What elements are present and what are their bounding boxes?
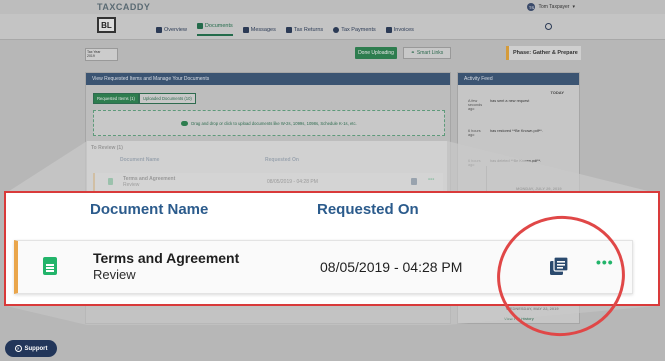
zoomed-callout: Document Name Requested On Terms and Agr… xyxy=(4,191,660,306)
nav-documents[interactable]: Documents xyxy=(196,23,233,36)
user-name: Tom Taxpayer xyxy=(538,4,570,10)
nav-tax-payments[interactable]: Tax Payments xyxy=(333,23,376,36)
document-icon xyxy=(43,257,57,275)
cloud-upload-icon xyxy=(181,120,189,126)
activity-time: 6 hours ago xyxy=(468,159,481,167)
nav-tax-returns[interactable]: Tax Returns xyxy=(285,23,324,36)
document-subtitle: Review xyxy=(123,182,140,188)
document-name: Terms and Agreement xyxy=(93,250,240,266)
to-review-section: To Review (1) Document Name Requested On… xyxy=(87,141,447,191)
table-row[interactable]: Terms and Agreement Review 08/05/2019 - … xyxy=(93,173,443,191)
nav-invoices[interactable]: Invoices xyxy=(385,23,414,36)
activity-text: has restored **Be Known.pdf**. xyxy=(490,129,543,133)
more-icon[interactable]: ••• xyxy=(428,177,434,183)
nav-label: Tax Payments xyxy=(341,26,376,33)
tax-year-value: 2019 xyxy=(87,54,95,58)
copy-icon[interactable] xyxy=(411,178,417,185)
column-header-document-name[interactable]: Document Name xyxy=(90,201,208,218)
activity-time: A few seconds ago xyxy=(468,99,483,111)
firm-badge: BL xyxy=(97,17,116,33)
column-header-requested-on[interactable]: Requested On xyxy=(265,157,299,163)
app-logo[interactable]: TAXCADDY xyxy=(97,2,150,12)
document-tabs: Requested Items (1) Uploaded Documents (… xyxy=(93,93,196,104)
document-icon xyxy=(108,178,113,185)
requested-on-date: 08/05/2019 - 04:28 PM xyxy=(320,259,463,275)
chevron-down-icon: ▾ xyxy=(572,4,575,10)
dropzone-text: Drag and drop or click to upload documen… xyxy=(191,120,357,126)
help-icon: ? xyxy=(14,345,22,352)
activity-text: has deleted **Be Known.pdf**. xyxy=(490,159,542,163)
nav-overview[interactable]: Overview xyxy=(156,23,187,36)
nav-label: Documents xyxy=(204,23,233,29)
top-bar: TAXCADDY TS Tom Taxpayer ▾ xyxy=(0,0,665,14)
view-full-history-link[interactable]: View Full History xyxy=(504,316,534,321)
phase-badge: Phase: Gather & Prepare xyxy=(506,46,581,60)
nav-messages[interactable]: Messages xyxy=(242,23,276,36)
nav-label: Overview xyxy=(164,26,187,33)
today-label: TODAY xyxy=(550,90,564,95)
more-icon[interactable]: ••• xyxy=(596,254,614,270)
document-subtitle: Review xyxy=(93,267,136,282)
tab-requested-items[interactable]: Requested Items (1) xyxy=(93,93,139,104)
smart-links-button[interactable]: ⚭ Smart Links xyxy=(403,47,451,59)
user-menu[interactable]: TS Tom Taxpayer ▾ xyxy=(527,3,575,11)
tax-year-select[interactable]: Tax Year 2019 xyxy=(85,48,118,61)
messages-icon xyxy=(242,26,249,33)
column-header-document-name[interactable]: Document Name xyxy=(120,157,159,163)
home-icon xyxy=(156,26,162,33)
requested-on-date: 08/05/2019 - 04:28 PM xyxy=(267,179,318,185)
main-nav: BL Overview Documents Messages Tax Retur… xyxy=(0,14,665,40)
nav-label: Invoices xyxy=(393,26,414,33)
search-icon[interactable] xyxy=(545,23,552,30)
documents-icon xyxy=(196,23,203,29)
tax-returns-icon xyxy=(285,26,292,33)
table-row[interactable]: Terms and Agreement Review 08/05/2019 - … xyxy=(14,240,633,294)
done-uploading-button[interactable]: Done Uploading xyxy=(355,47,397,59)
activity-time: 6 hours ago xyxy=(468,129,481,137)
panel-header: View Requested Items and Manage Your Doc… xyxy=(86,73,450,85)
support-button[interactable]: ? Support xyxy=(5,340,57,357)
to-review-title: To Review (1) xyxy=(91,145,123,151)
activity-feed-header: Activity Feed xyxy=(458,73,579,85)
column-header-requested-on[interactable]: Requested On xyxy=(317,201,419,218)
smart-links-label: Smart Links xyxy=(416,50,444,56)
activity-date: WEDNESDAY, MAY 22, 2019 xyxy=(506,306,559,311)
link-icon: ⚭ xyxy=(410,50,415,56)
upload-dropzone[interactable]: Drag and drop or click to upload documen… xyxy=(93,110,445,136)
tab-uploaded-documents[interactable]: Uploaded Documents (10) xyxy=(138,93,196,104)
support-label: Support xyxy=(24,345,48,352)
avatar: TS xyxy=(527,3,536,11)
activity-text: has sent a new request xyxy=(490,99,530,103)
copy-icon[interactable] xyxy=(549,256,569,276)
nav-label: Tax Returns xyxy=(293,26,324,33)
invoices-icon xyxy=(385,26,392,33)
tax-payments-icon xyxy=(333,26,340,33)
nav-label: Messages xyxy=(250,26,276,33)
